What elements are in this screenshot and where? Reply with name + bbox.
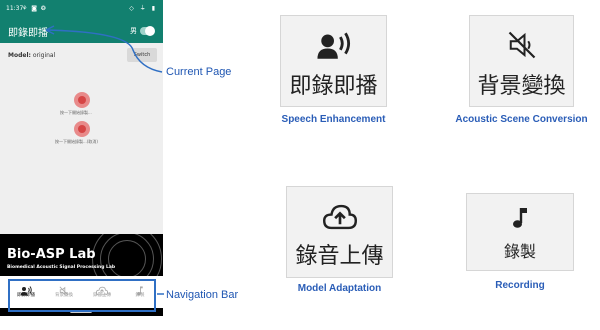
card-speech-enhancement: 即錄即播 bbox=[280, 15, 387, 107]
music-note-icon bbox=[467, 207, 573, 233]
phone-screen: 11:37 ⚘ ◙ ❂ ◇ ⏚ ▮ 即錄即播 男 Model: original… bbox=[0, 0, 163, 316]
card-title: 即錄即播 bbox=[289, 74, 378, 99]
card-acoustic-scene-conversion: 背景變換 bbox=[469, 15, 574, 107]
switch-button[interactable]: Switch bbox=[127, 48, 157, 62]
model-label-key: Model: bbox=[8, 52, 31, 59]
gender-toggle-label: 男 bbox=[130, 27, 137, 35]
record-playback-hint: 按一下開始錄製...(取消) bbox=[55, 139, 98, 144]
cloud-upload-icon bbox=[287, 203, 392, 235]
app-bar: 即錄即播 男 bbox=[0, 18, 163, 43]
record-hint: 按一下開始錄製... bbox=[60, 110, 92, 115]
speaker-waves-icon bbox=[281, 32, 386, 64]
card-title: 背景變換 bbox=[477, 74, 566, 99]
main-content: Model: original Switch 按一下開始錄製... 按一下開始錄… bbox=[0, 43, 163, 234]
card-caption: Speech Enhancement bbox=[281, 114, 386, 125]
card-caption: Recording bbox=[495, 280, 545, 291]
record-icon bbox=[78, 96, 86, 104]
record-playback-button[interactable] bbox=[74, 121, 90, 137]
record-icon bbox=[78, 125, 86, 133]
model-label: Model: original bbox=[8, 52, 55, 59]
lab-banner: Bio-ASP Lab Biomedical Acoustic Signal P… bbox=[0, 234, 163, 276]
banner-arc bbox=[108, 240, 146, 276]
toggle-knob bbox=[145, 26, 155, 36]
navigation-bar-highlight bbox=[8, 279, 156, 312]
notification-icons: ⚘ ◙ ❂ bbox=[22, 5, 48, 12]
speaker-muted-icon bbox=[470, 30, 573, 64]
page-title: 即錄即播 bbox=[8, 28, 48, 39]
record-button[interactable] bbox=[74, 92, 90, 108]
card-recording: 錄製 bbox=[466, 193, 574, 271]
banner-subtitle: Biomedical Acoustic Signal Processing La… bbox=[7, 265, 116, 270]
card-title: 錄製 bbox=[503, 242, 536, 261]
card-model-adaptation: 錄音上傳 bbox=[286, 186, 393, 278]
system-status-icons: ◇ ⏚ ▮ bbox=[129, 5, 157, 12]
current-page-label: Current Page bbox=[166, 66, 232, 78]
model-label-value: original bbox=[32, 52, 56, 59]
status-time: 11:37 bbox=[6, 5, 24, 12]
status-bar: 11:37 ⚘ ◙ ❂ ◇ ⏚ ▮ bbox=[0, 0, 163, 18]
card-title: 錄音上傳 bbox=[295, 244, 384, 269]
card-caption: Model Adaptation bbox=[297, 283, 382, 294]
card-caption: Acoustic Scene Conversion bbox=[455, 114, 588, 125]
banner-title: Bio-ASP Lab bbox=[7, 247, 96, 262]
gender-toggle[interactable] bbox=[140, 26, 155, 36]
navigation-bar-label: Navigation Bar bbox=[166, 289, 239, 301]
